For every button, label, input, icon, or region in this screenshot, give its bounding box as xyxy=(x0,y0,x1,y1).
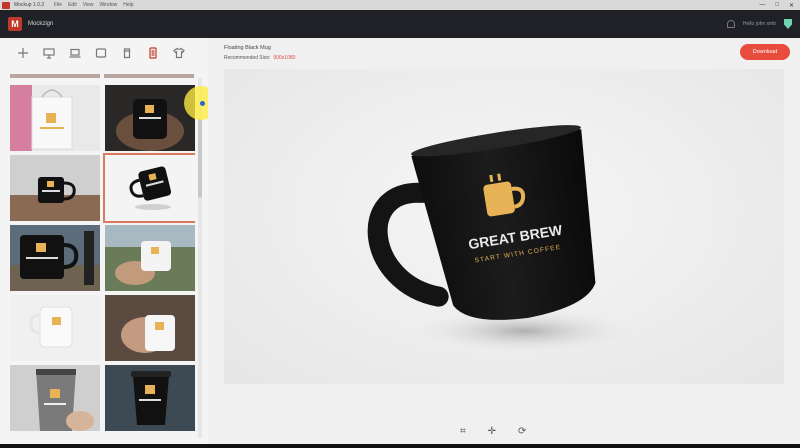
preview-panel: Floating Black Mug Recommended Size: 900x… xyxy=(208,38,800,444)
thumbnail-hand-white-mug[interactable] xyxy=(105,295,195,361)
desktop-icon[interactable] xyxy=(36,43,62,63)
download-button[interactable]: Download xyxy=(740,44,790,60)
minimize-button[interactable]: — xyxy=(759,2,765,9)
floating-mug-render: GREAT BREW START WITH COFFEE xyxy=(367,125,634,353)
notification-icon[interactable] xyxy=(726,20,735,28)
recommended-size-value: 900x1080 xyxy=(273,55,296,61)
recommended-size: Recommended Size: 900x1080 xyxy=(224,55,295,61)
thumbnail-tumbler[interactable] xyxy=(10,365,100,431)
window-menu: File Edit View Window Help xyxy=(54,2,134,8)
thumbnail-mug-on-table[interactable] xyxy=(10,155,100,221)
crop-icon[interactable]: ⌗ xyxy=(460,426,466,437)
phone-icon[interactable] xyxy=(140,43,166,63)
shield-icon[interactable] xyxy=(784,19,792,29)
tablet-icon[interactable] xyxy=(88,43,114,63)
user-area: Hello john smb xyxy=(726,19,792,29)
window-title: Mockup 1.0.3 xyxy=(14,2,45,8)
thumbnail-mug-landscape[interactable] xyxy=(10,225,100,291)
laptop-icon[interactable] xyxy=(62,43,88,63)
app-name: Mockzign xyxy=(28,21,54,27)
thumbnail-white-mug[interactable] xyxy=(10,295,100,361)
mockup-title: Floating Black Mug xyxy=(224,45,271,51)
cup-icon[interactable] xyxy=(114,43,140,63)
tshirt-icon[interactable] xyxy=(166,43,192,63)
menu-edit[interactable]: Edit xyxy=(68,2,77,8)
window-titlebar: Mockup 1.0.3 File Edit View Window Help … xyxy=(0,0,800,10)
move-icon[interactable]: ✛ xyxy=(488,426,496,437)
thumbnail-grid xyxy=(10,77,195,444)
menu-help[interactable]: Help xyxy=(123,2,133,8)
thumbnail-mug-in-hands[interactable] xyxy=(105,85,195,151)
app-window-icon xyxy=(2,1,10,9)
bottom-edge xyxy=(0,444,800,448)
window-controls: — □ ✕ xyxy=(759,2,794,9)
rotate-icon[interactable]: ⟳ xyxy=(518,426,526,437)
menu-window[interactable]: Window xyxy=(99,2,117,8)
close-button[interactable]: ✕ xyxy=(789,2,794,9)
canvas-toolbar: ⌗ ✛ ⟳ xyxy=(460,426,526,437)
user-greeting[interactable]: Hello john smb xyxy=(743,21,776,27)
thumbnail-shopping-bag[interactable] xyxy=(10,85,100,151)
recommended-size-label: Recommended Size: xyxy=(224,55,271,61)
mockup-library-panel xyxy=(0,38,208,444)
menu-file[interactable]: File xyxy=(54,2,62,8)
thumbnail-floating-mug[interactable] xyxy=(103,153,195,223)
thumbnail-mug-in-field[interactable] xyxy=(105,225,195,291)
thumbnail-coffee-cup[interactable] xyxy=(105,365,195,431)
thumbnail-scrollbar[interactable] xyxy=(198,78,202,438)
add-icon[interactable] xyxy=(10,43,36,63)
app-logo: M xyxy=(8,17,22,31)
app-header: M Mockzign Hello john smb xyxy=(0,10,800,38)
menu-view[interactable]: View xyxy=(83,2,94,8)
scrollbar-thumb[interactable] xyxy=(198,118,202,198)
maximize-button[interactable]: □ xyxy=(775,2,779,9)
mockup-canvas[interactable]: GREAT BREW START WITH COFFEE xyxy=(224,69,784,384)
category-toolbar xyxy=(0,38,208,68)
